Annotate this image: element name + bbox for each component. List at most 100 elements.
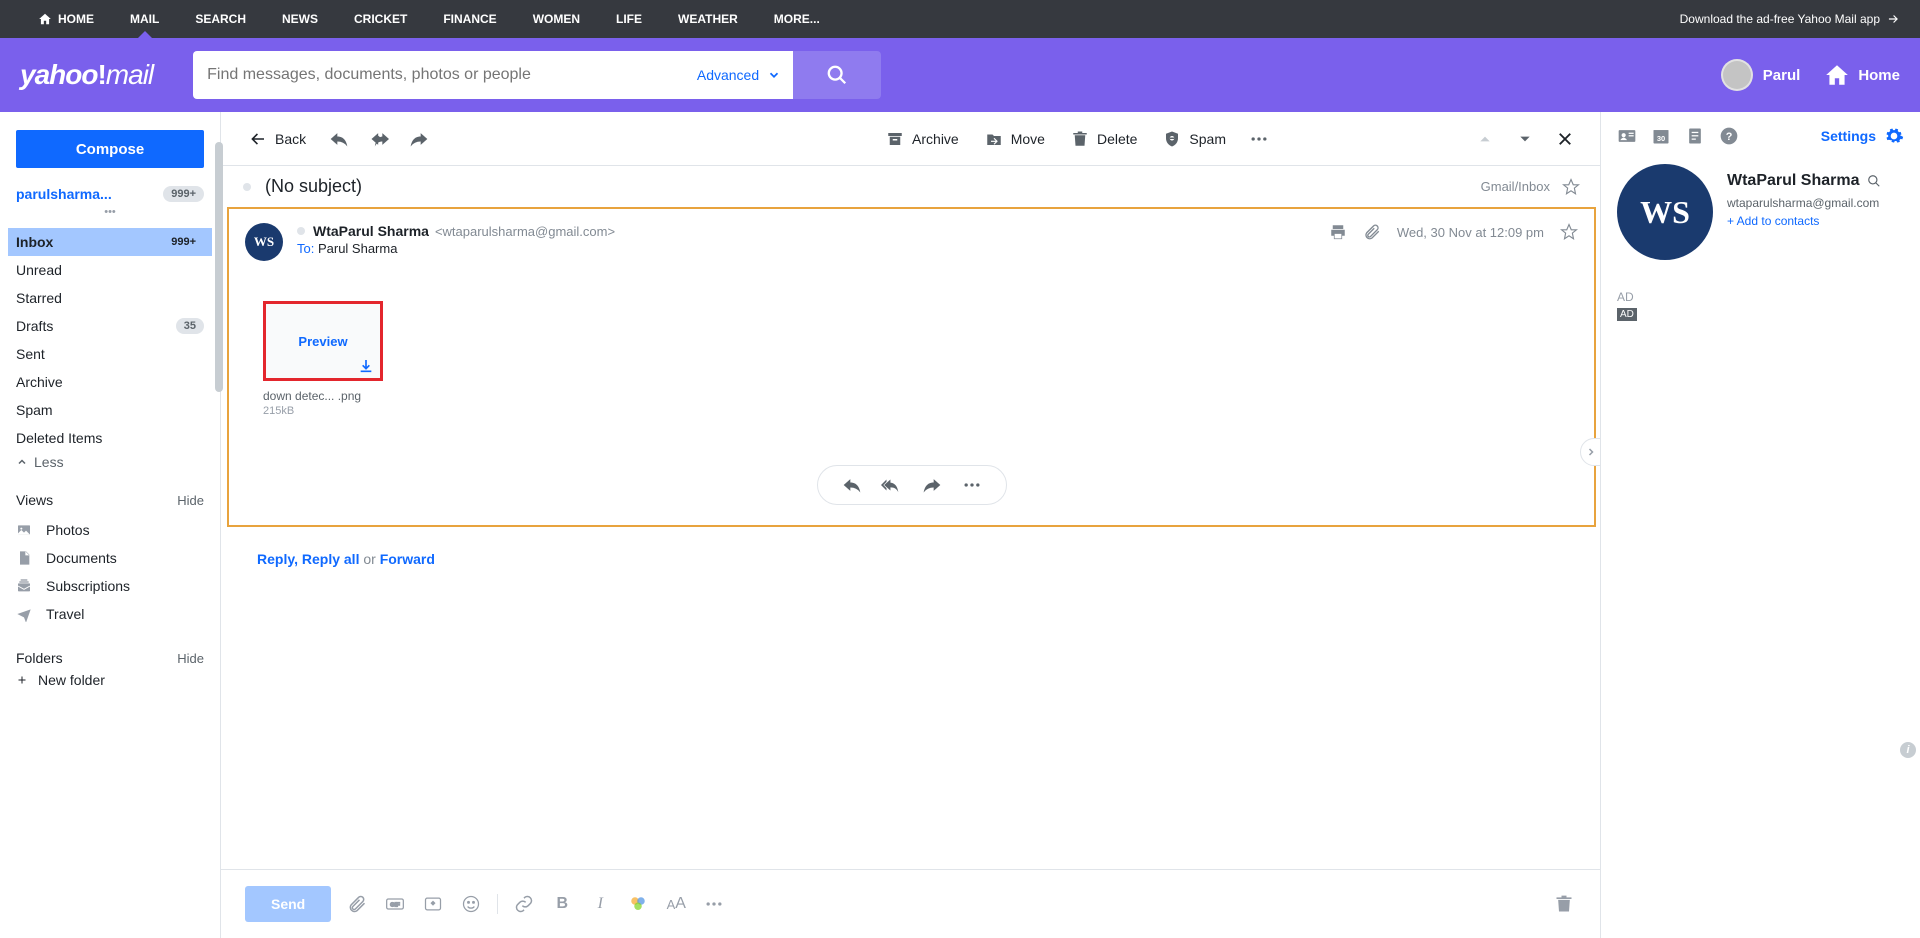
topnav-home[interactable]: HOME xyxy=(20,0,112,38)
print-button[interactable] xyxy=(1329,223,1347,241)
forward-button[interactable] xyxy=(402,122,436,156)
read-dot[interactable] xyxy=(297,227,305,235)
star-icon[interactable] xyxy=(1562,178,1580,196)
subject-text: (No subject) xyxy=(265,176,362,197)
compose-button[interactable]: Compose xyxy=(16,130,204,168)
delete-button[interactable]: Delete xyxy=(1061,124,1147,154)
attachment-indicator[interactable] xyxy=(1363,223,1381,241)
gear-icon xyxy=(1884,126,1904,146)
attachment-download-button[interactable] xyxy=(358,358,374,374)
topnav-more[interactable]: MORE... xyxy=(756,0,838,38)
qa-reply-button[interactable] xyxy=(836,469,868,501)
to-label: To: xyxy=(297,241,314,256)
discard-button[interactable] xyxy=(1552,892,1576,916)
settings-link[interactable]: Settings xyxy=(1821,126,1904,146)
next-message-button[interactable] xyxy=(1508,122,1542,156)
view-travel[interactable]: Travel xyxy=(16,600,204,628)
info-badge[interactable]: i xyxy=(1900,742,1916,758)
qa-reply-all-button[interactable] xyxy=(876,469,908,501)
move-button[interactable]: Move xyxy=(975,124,1055,154)
less-toggle[interactable]: Less xyxy=(16,454,204,470)
gif-button[interactable]: GIF xyxy=(383,892,407,916)
close-button[interactable] xyxy=(1548,122,1582,156)
emoji-button[interactable] xyxy=(459,892,483,916)
hide-folders[interactable]: Hide xyxy=(177,651,204,666)
search-button[interactable] xyxy=(793,51,881,99)
dots-icon xyxy=(704,894,724,914)
font-button[interactable]: AA xyxy=(664,892,688,916)
folder-unread[interactable]: Unread xyxy=(8,256,212,284)
search-icon[interactable] xyxy=(1867,174,1881,188)
read-status-dot[interactable] xyxy=(243,183,251,191)
folder-spam[interactable]: Spam xyxy=(8,396,212,424)
topnav-search[interactable]: SEARCH xyxy=(177,0,264,38)
contacts-icon-button[interactable] xyxy=(1617,126,1637,146)
new-folder-button[interactable]: New folder xyxy=(16,672,204,688)
user-menu[interactable]: Parul xyxy=(1721,59,1801,91)
forward-link[interactable]: Forward xyxy=(380,551,435,567)
folder-starred[interactable]: Starred xyxy=(8,284,212,312)
star-button[interactable] xyxy=(1560,223,1578,241)
sender-avatar[interactable]: WS xyxy=(245,223,283,261)
download-app-link[interactable]: Download the ad-free Yahoo Mail app xyxy=(1680,12,1900,26)
spam-button[interactable]: Spam xyxy=(1153,124,1236,154)
folder-archive[interactable]: Archive xyxy=(8,368,212,396)
home-link[interactable]: Home xyxy=(1824,62,1900,88)
hide-views[interactable]: Hide xyxy=(177,493,204,508)
scroll-thumb[interactable] xyxy=(215,142,223,392)
photos-icon xyxy=(16,522,32,538)
folder-deleted[interactable]: Deleted Items xyxy=(8,424,212,452)
stationery-button[interactable] xyxy=(421,892,445,916)
add-to-contacts-link[interactable]: + Add to contacts xyxy=(1727,214,1881,228)
attach-button[interactable] xyxy=(345,892,369,916)
reply-all-link[interactable]: Reply all xyxy=(302,551,360,567)
shield-icon xyxy=(1163,130,1181,148)
attachment-area: Preview down detec... .png 215kB xyxy=(263,301,1578,417)
attachment-thumbnail[interactable]: Preview xyxy=(263,301,383,381)
topnav-weather[interactable]: WEATHER xyxy=(660,0,756,38)
folder-sent[interactable]: Sent xyxy=(8,340,212,368)
search-input[interactable] xyxy=(193,66,685,84)
quick-actions-pill xyxy=(817,465,1007,505)
attachment-name: down detec... .png xyxy=(263,389,1578,403)
send-button[interactable]: Send xyxy=(245,886,331,922)
next-pane-button[interactable] xyxy=(1580,438,1602,466)
home-icon xyxy=(38,12,52,26)
more-format-button[interactable] xyxy=(702,892,726,916)
topnav-finance[interactable]: FINANCE xyxy=(425,0,514,38)
topnav-cricket[interactable]: CRICKET xyxy=(336,0,425,38)
archive-button[interactable]: Archive xyxy=(876,124,969,154)
notepad-icon-button[interactable] xyxy=(1685,126,1705,146)
view-photos[interactable]: Photos xyxy=(16,516,204,544)
topnav-news[interactable]: NEWS xyxy=(264,0,336,38)
yahoo-mail-logo[interactable]: yahoo!mail xyxy=(20,59,153,91)
folder-drafts[interactable]: Drafts 35 xyxy=(8,312,212,340)
back-button[interactable]: Back xyxy=(239,124,316,154)
folder-inbox[interactable]: Inbox 999+ xyxy=(8,228,212,256)
reply-link[interactable]: Reply xyxy=(257,551,294,567)
contact-avatar[interactable]: WS xyxy=(1617,164,1713,260)
topnav-life[interactable]: LIFE xyxy=(598,0,660,38)
subscriptions-icon xyxy=(16,578,32,594)
more-actions-button[interactable] xyxy=(1242,122,1276,156)
italic-button[interactable]: I xyxy=(588,892,612,916)
text-color-button[interactable] xyxy=(626,892,650,916)
bold-button[interactable]: B xyxy=(550,892,574,916)
advanced-search-link[interactable]: Advanced xyxy=(685,67,793,83)
account-expand[interactable]: ••• xyxy=(16,206,204,218)
prev-message-button[interactable] xyxy=(1468,122,1502,156)
view-subscriptions[interactable]: Subscriptions xyxy=(16,572,204,600)
qa-more-button[interactable] xyxy=(956,469,988,501)
account-row[interactable]: parulsharma... 999+ xyxy=(16,186,204,202)
topnav-women[interactable]: WOMEN xyxy=(515,0,598,38)
reply-all-button[interactable] xyxy=(362,122,396,156)
calendar-icon-button[interactable]: 30 xyxy=(1651,126,1671,146)
help-icon-button[interactable]: ? xyxy=(1719,126,1739,146)
link-button[interactable] xyxy=(512,892,536,916)
scrollbar[interactable] xyxy=(215,122,223,722)
topnav-mail[interactable]: MAIL xyxy=(112,0,177,38)
reply-button[interactable] xyxy=(322,122,356,156)
qa-forward-button[interactable] xyxy=(916,469,948,501)
view-documents[interactable]: Documents xyxy=(16,544,204,572)
download-icon xyxy=(358,358,374,374)
